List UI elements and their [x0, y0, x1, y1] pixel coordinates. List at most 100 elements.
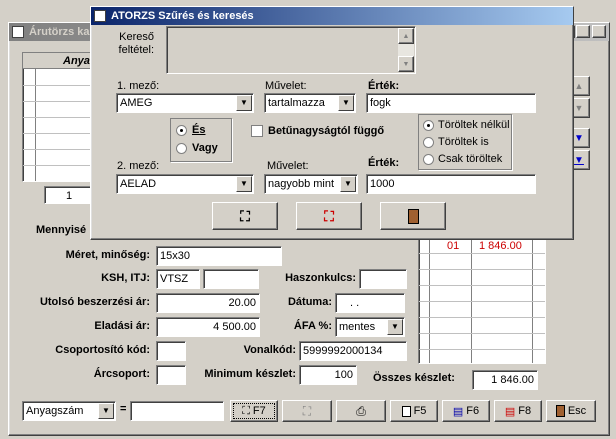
- datum-field[interactable]: . .: [335, 293, 405, 313]
- radio-dot-icon: [423, 136, 434, 148]
- grid-header: Anyag: [23, 53, 97, 69]
- printer-icon: ⎙: [356, 403, 366, 418]
- mezo1-label: 1. mező:: [117, 80, 160, 92]
- textarea-scroll-down[interactable]: ▼: [398, 56, 414, 72]
- torolt-nelkul-radio[interactable]: Töröltek nélkül: [423, 119, 510, 131]
- muvelet2-select[interactable]: nagyobb mint ▼: [264, 174, 358, 194]
- kereso-textarea[interactable]: ▲ ▼: [166, 26, 416, 74]
- edit-icon: ▤: [452, 405, 464, 418]
- ertek1-label: Érték:: [368, 80, 400, 92]
- dialog-app-icon: [94, 10, 106, 22]
- vonalkod-field[interactable]: 5999992000134: [299, 341, 407, 361]
- checkbox-icon: [251, 125, 263, 137]
- muvelet2-label: Művelet:: [267, 160, 309, 172]
- utolso-label: Utolsó beszerzési ár:: [39, 296, 150, 308]
- mezo2-label: 2. mező:: [117, 160, 160, 172]
- meret-label: Méret, minőség:: [65, 249, 150, 261]
- meret-field[interactable]: 15x30: [156, 246, 282, 266]
- osszes-field: 1 846.00: [472, 370, 538, 390]
- afa-value: mentes: [339, 321, 376, 333]
- muvelet2-value: nagyobb mint: [268, 178, 335, 190]
- search-field-value: Anyagszám: [26, 405, 84, 417]
- find-next-button[interactable]: ⛶: [282, 400, 332, 422]
- mennyiseg-label: Mennyisé: [36, 224, 87, 236]
- muvelet1-label: Művelet:: [265, 80, 307, 92]
- datum-label: Dátuma:: [287, 296, 332, 308]
- binoculars-icon: ⛶: [240, 207, 250, 224]
- csoport-field[interactable]: [156, 341, 186, 361]
- search-field-select[interactable]: Anyagszám ▼: [22, 401, 116, 421]
- afa-label: ÁFA %:: [293, 320, 332, 332]
- mezo1-value: AMEG: [120, 97, 153, 109]
- textarea-scroll-track[interactable]: [398, 44, 414, 56]
- delete-f8-button[interactable]: ▤ F8: [494, 400, 542, 422]
- kereso-label: Kereső feltétel:: [118, 31, 154, 56]
- dialog-title: ATORZS Szűrés és keresés: [111, 10, 254, 22]
- main-title: Árutörzs ka: [29, 26, 90, 38]
- muvelet1-value: tartalmazza: [268, 97, 325, 109]
- csak-torolt-radio[interactable]: Csak töröltek: [423, 153, 502, 165]
- equals-sign: =: [120, 403, 127, 415]
- stock-code: 01: [447, 240, 460, 252]
- chevron-down-icon[interactable]: ▼: [338, 95, 354, 111]
- new-f5-button[interactable]: F5: [390, 400, 438, 422]
- clear-search-button[interactable]: ⛶: [296, 202, 362, 230]
- ksh-label: KSH, ITJ:: [101, 272, 150, 284]
- haszon-label: Haszonkulcs:: [285, 272, 356, 284]
- binoculars-cancel-icon: ⛶: [324, 207, 334, 224]
- exit-door-icon: [407, 208, 419, 224]
- app-icon: [12, 26, 24, 38]
- radio-dot-icon: [176, 124, 187, 136]
- osszes-label: Összes készlet:: [373, 372, 455, 384]
- binoculars-icon: ⛶: [302, 403, 312, 418]
- ertek1-input[interactable]: fogk: [366, 93, 536, 113]
- eladasi-label: Eladási ár:: [94, 320, 150, 332]
- ksh-field[interactable]: VTSZ: [156, 269, 200, 289]
- chevron-down-icon[interactable]: ▼: [340, 176, 356, 192]
- grid-page-field[interactable]: 1: [44, 186, 94, 204]
- itj-field[interactable]: [203, 269, 259, 289]
- binoculars-icon: ⛶: [242, 404, 250, 417]
- close-button[interactable]: ×: [592, 25, 606, 38]
- eladasi-field[interactable]: 4 500.00: [156, 317, 260, 337]
- csoport-label: Csoportosító kód:: [55, 344, 150, 356]
- mezo2-value: AELAD: [120, 178, 157, 190]
- search-input[interactable]: [130, 401, 224, 421]
- chevron-down-icon[interactable]: ▼: [98, 403, 114, 419]
- radio-dot-icon: [176, 142, 187, 154]
- edit-f6-button[interactable]: ▤ F6: [442, 400, 490, 422]
- arcsoport-field[interactable]: [156, 365, 186, 385]
- chevron-down-icon[interactable]: ▼: [236, 95, 252, 111]
- chevron-down-icon[interactable]: ▼: [387, 319, 403, 335]
- haszon-field[interactable]: [359, 269, 407, 289]
- radio-dot-icon: [423, 153, 434, 165]
- items-grid[interactable]: Anyag: [22, 52, 97, 182]
- textarea-scroll-up[interactable]: ▲: [398, 28, 414, 44]
- search-button[interactable]: ⛶: [212, 202, 278, 230]
- find-f7-button[interactable]: ⛶ F7: [230, 400, 278, 422]
- dialog-exit-button[interactable]: [380, 202, 446, 230]
- dialog-title-bar: ATORZS Szűrés és keresés: [91, 7, 573, 25]
- radio-dot-icon: [423, 119, 434, 131]
- ertek2-input[interactable]: 1000: [366, 174, 536, 194]
- mezo1-select[interactable]: AMEG ▼: [116, 93, 254, 113]
- vonalkod-label: Vonalkód:: [243, 344, 296, 356]
- ertek2-label: Érték:: [368, 157, 400, 169]
- stock-grid[interactable]: 01 1 846.00: [418, 238, 546, 364]
- mezo2-select[interactable]: AELAD ▼: [116, 174, 254, 194]
- maximize-button[interactable]: □: [576, 25, 590, 38]
- torolt-is-radio[interactable]: Töröltek is: [423, 136, 489, 148]
- delete-icon: ▤: [504, 405, 516, 418]
- min-label: Minimum készlet:: [204, 368, 296, 380]
- chevron-down-icon[interactable]: ▼: [236, 176, 252, 192]
- betu-checkbox[interactable]: Betűnagyságtól függő: [251, 125, 384, 137]
- afa-select[interactable]: mentes ▼: [335, 317, 405, 337]
- print-button[interactable]: ⎙: [336, 400, 386, 422]
- min-field[interactable]: 100: [299, 365, 357, 385]
- new-document-icon: [401, 405, 411, 417]
- vagy-radio[interactable]: Vagy: [176, 142, 218, 154]
- muvelet1-select[interactable]: tartalmazza ▼: [264, 93, 356, 113]
- exit-esc-button[interactable]: Esc: [546, 400, 596, 422]
- es-radio[interactable]: És: [176, 124, 205, 136]
- utolso-field[interactable]: 20.00: [156, 293, 260, 313]
